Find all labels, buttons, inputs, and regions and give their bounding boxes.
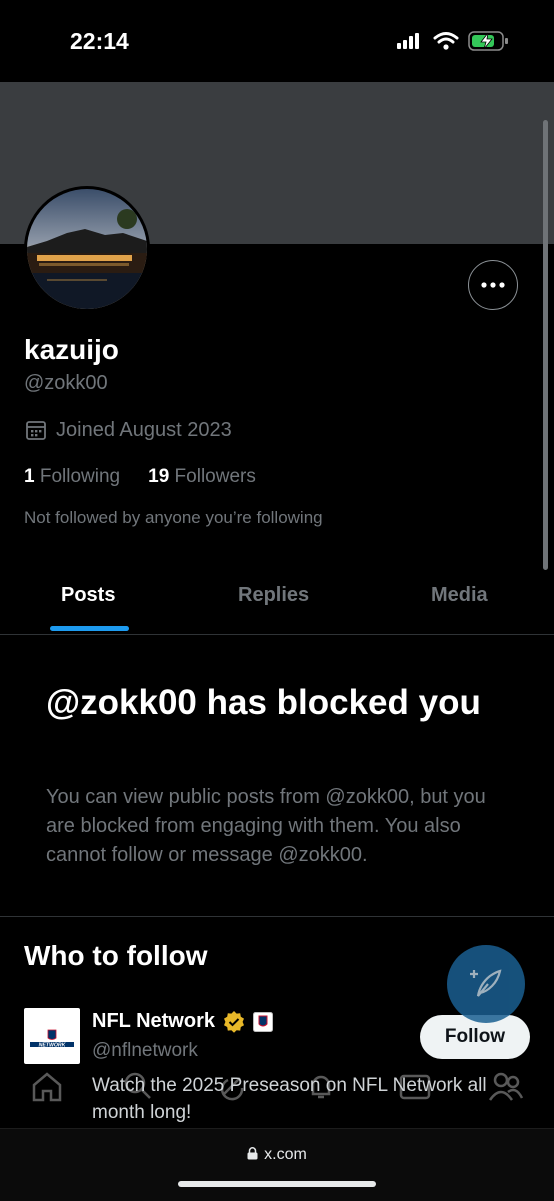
scrollbar[interactable] xyxy=(543,120,548,570)
verified-badge-icon xyxy=(223,1010,244,1033)
tab-replies[interactable]: Replies xyxy=(238,584,309,607)
status-bar: 22:14 xyxy=(0,0,554,82)
following-link[interactable]: 1 Following xyxy=(24,466,120,488)
compose-button[interactable] xyxy=(447,945,525,1023)
tab-posts[interactable]: Posts xyxy=(61,584,115,607)
not-followed-text: Not followed by anyone you’re following xyxy=(24,508,323,527)
blocked-description: You can view public posts from @zokk00, … xyxy=(46,786,486,866)
lock-icon xyxy=(247,1147,258,1160)
suggestion-name-row: NFL Network xyxy=(92,1010,273,1033)
nfl-network-logo: NETWORK xyxy=(30,1029,74,1049)
suggestion-name[interactable]: NFL Network xyxy=(92,1010,215,1033)
calendar-icon xyxy=(26,421,46,440)
suggestion-bio: Watch the 2025 Preseason on NFL Network … xyxy=(92,1075,487,1123)
joined-date: Joined August 2023 xyxy=(24,418,232,442)
followers-label: Followers xyxy=(174,466,256,487)
home-indicator[interactable] xyxy=(178,1181,376,1187)
wifi-icon xyxy=(433,32,459,50)
blocked-title: @zokk00 has blocked you xyxy=(46,683,481,722)
more-options-button[interactable] xyxy=(468,260,518,310)
signal-icon xyxy=(397,33,419,49)
battery-icon xyxy=(468,31,508,51)
profile-tabs: Posts Replies Media xyxy=(0,566,554,635)
status-time: 22:14 xyxy=(70,28,129,54)
more-icon xyxy=(481,282,505,288)
browser-url-bar[interactable] xyxy=(0,1128,554,1201)
who-to-follow-title: Who to follow xyxy=(24,940,208,971)
avatar-photo xyxy=(27,189,147,309)
suggestion-avatar[interactable]: NETWORK xyxy=(24,1008,80,1064)
following-label: Following xyxy=(39,466,121,487)
profile-handle: @zokk00 xyxy=(24,372,108,394)
nfl-logo-text: NETWORK xyxy=(39,1043,67,1049)
followers-link[interactable]: 19 Followers xyxy=(148,466,256,488)
home-icon[interactable] xyxy=(30,1070,64,1104)
active-tab-indicator xyxy=(50,626,129,631)
followers-count: 19 xyxy=(148,466,170,487)
joined-text: Joined August 2023 xyxy=(56,418,232,441)
following-count: 1 xyxy=(24,466,35,487)
follow-stats: 1 Following 19 Followers xyxy=(24,466,256,488)
url-text: x.com xyxy=(264,1146,307,1163)
profile-name: kazuijo xyxy=(24,334,119,365)
compose-icon xyxy=(470,969,502,997)
tab-media[interactable]: Media xyxy=(431,584,488,607)
avatar[interactable] xyxy=(24,186,150,312)
nfl-affiliate-badge-icon xyxy=(252,1011,273,1032)
section-divider xyxy=(0,916,554,917)
url-display[interactable]: x.com xyxy=(0,1146,554,1164)
